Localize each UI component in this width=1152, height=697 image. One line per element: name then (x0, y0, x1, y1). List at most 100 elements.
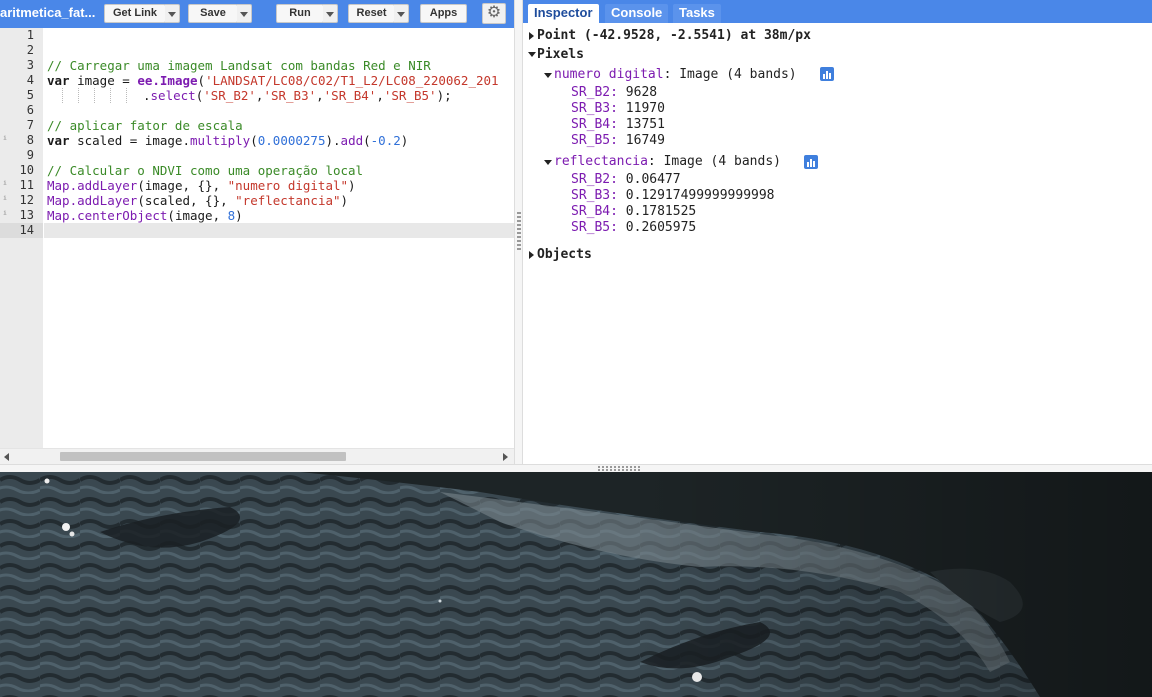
band-row: SR_B5: 0.2605975 (571, 220, 697, 235)
reset-dropdown-arrow-icon[interactable] (394, 4, 409, 23)
code-line-7[interactable]: // aplicar fator de escala (47, 118, 243, 133)
comment: // Calcular o NDVI como uma operação loc… (47, 163, 364, 178)
collapse-arrow-icon[interactable] (528, 52, 536, 57)
band-row: SR_B3: 0.12917499999999998 (571, 188, 775, 203)
inspector-panel: Inspector Console Tasks Point (-42.9528,… (523, 0, 1152, 464)
number-literal: -0.2 (370, 133, 401, 148)
scroll-right-arrow-icon[interactable] (503, 453, 508, 461)
code-text: ( (250, 133, 258, 148)
function-name: ee.Image (137, 73, 198, 88)
tab-tasks[interactable]: Tasks (673, 4, 721, 23)
function-name: multiply (190, 133, 251, 148)
comment: // aplicar fator de escala (47, 118, 243, 133)
collapse-arrow-icon[interactable] (544, 73, 552, 78)
tab-console[interactable]: Console (605, 4, 669, 23)
horizontal-splitter[interactable] (0, 464, 1152, 472)
code-text: ( (197, 73, 206, 88)
script-title[interactable]: aritmetica_fat... (0, 5, 95, 20)
indent-guide (94, 88, 95, 103)
code-text: scaled = image. (69, 133, 190, 148)
code-line-5[interactable]: .select('SR_B2','SR_B3','SR_B4','SR_B5')… (143, 88, 452, 103)
editor-toolbar: aritmetica_fat... Get Link Save Run Rese… (0, 0, 514, 28)
expand-arrow-icon[interactable] (529, 251, 534, 259)
active-line-highlight (44, 223, 514, 238)
gear-icon[interactable]: ⚙ (482, 3, 506, 24)
line-number-gutter: 1 2 3 4 5 6 7 ⁱ 8 9 10 ⁱ 11 ⁱ 12 ⁱ 13 14 (0, 28, 43, 448)
expand-arrow-icon[interactable] (529, 32, 534, 40)
layer-numero-digital[interactable]: numero digital: Image (4 bands) (554, 67, 797, 83)
function-name: Map.centerObject (47, 208, 168, 223)
line-number: 7 (26, 118, 34, 132)
line-number: 1 (26, 28, 34, 42)
code-text: ) (400, 133, 409, 148)
code-editor-panel: aritmetica_fat... Get Link Save Run Rese… (0, 0, 514, 464)
splitter-grip-icon[interactable] (598, 466, 640, 471)
string-literal: 'SR_B5' (383, 88, 437, 103)
layer-name: numero digital (554, 67, 664, 82)
code-text: ) (348, 178, 356, 193)
point-label[interactable]: Point (-42.9528, -2.5541) at 38m/px (537, 28, 811, 44)
get-link-button[interactable]: Get Link (104, 4, 166, 23)
code-text: , (316, 88, 324, 103)
line-number: 13 (19, 208, 34, 222)
vertical-splitter[interactable] (514, 0, 523, 464)
code-lines[interactable]: // Carregar uma imagem Landsat com banda… (44, 28, 514, 448)
get-link-dropdown-arrow-icon[interactable] (165, 4, 180, 23)
line-number: 3 (26, 58, 34, 72)
string-literal: 'SR_B2' (203, 88, 256, 103)
code-line-4[interactable]: var image = ee.Image('LANDSAT/LC08/C02/T… (47, 73, 499, 88)
layer-description: Image (4 bands) (655, 154, 781, 169)
collapse-arrow-icon[interactable] (544, 160, 552, 165)
run-dropdown-arrow-icon[interactable] (323, 4, 338, 23)
number-literal: 0.0000275 (257, 133, 326, 148)
line-number-active: 14 (0, 223, 43, 238)
code-text: (scaled, {}, (137, 193, 236, 208)
objects-label[interactable]: Objects (537, 247, 592, 263)
chart-icon[interactable] (804, 155, 818, 169)
code-text: ) (340, 193, 349, 208)
code-area[interactable]: 1 2 3 4 5 6 7 ⁱ 8 9 10 ⁱ 11 ⁱ 12 ⁱ 13 14… (0, 28, 514, 448)
code-line-13[interactable]: Map.centerObject(image, 8) (47, 208, 243, 223)
apps-button[interactable]: Apps (420, 4, 467, 23)
layer-reflectancia[interactable]: reflectancia: Image (4 bands) (554, 154, 781, 170)
line-number: 11 (19, 178, 34, 192)
string-literal: "numero digital" (227, 178, 349, 193)
save-dropdown-arrow-icon[interactable] (237, 4, 252, 23)
code-text: ( (363, 133, 371, 148)
scroll-left-arrow-icon[interactable] (4, 453, 9, 461)
band-row: SR_B2: 9628 (571, 85, 658, 100)
line-number: 5 (26, 88, 34, 102)
layer-description: Image (4 bands) (671, 67, 797, 82)
code-text: ); (436, 88, 452, 103)
horizontal-scrollbar[interactable] (0, 448, 514, 464)
indent-guide (126, 88, 127, 103)
indent-guide (78, 88, 79, 103)
code-line-10[interactable]: // Calcular o NDVI como uma operação loc… (47, 163, 363, 178)
function-name: Map.addLayer (47, 178, 138, 193)
code-line-8[interactable]: var scaled = image.multiply(0.0000275).a… (47, 133, 408, 148)
function-name: add (340, 133, 364, 148)
band-row: SR_B2: 0.06477 (571, 172, 681, 187)
tab-inspector[interactable]: Inspector (528, 4, 599, 23)
map-view[interactable] (0, 472, 1152, 697)
code-text: ) (235, 208, 243, 223)
function-name: select (150, 88, 196, 103)
line-number: 8 (26, 133, 34, 147)
chart-icon[interactable] (820, 67, 834, 81)
reset-button[interactable]: Reset (348, 4, 395, 23)
code-text: image = (69, 73, 138, 88)
code-line-11[interactable]: Map.addLayer(image, {}, "numero digital"… (47, 178, 356, 193)
code-line-12[interactable]: Map.addLayer(scaled, {}, "reflectancia") (47, 193, 348, 208)
band-row: SR_B3: 11970 (571, 101, 665, 116)
run-button[interactable]: Run (276, 4, 324, 23)
keyword: var (47, 73, 70, 88)
line-number: 4 (26, 73, 34, 87)
code-line-3[interactable]: // Carregar uma imagem Landsat com banda… (47, 58, 431, 73)
pixels-label[interactable]: Pixels (537, 47, 584, 63)
band-row: SR_B4: 0.1781525 (571, 204, 697, 219)
save-button[interactable]: Save (188, 4, 238, 23)
scrollbar-thumb[interactable] (60, 452, 346, 461)
splitter-grip-icon[interactable] (517, 212, 521, 250)
string-literal: "reflectancia" (235, 193, 341, 208)
code-text: . (143, 88, 151, 103)
